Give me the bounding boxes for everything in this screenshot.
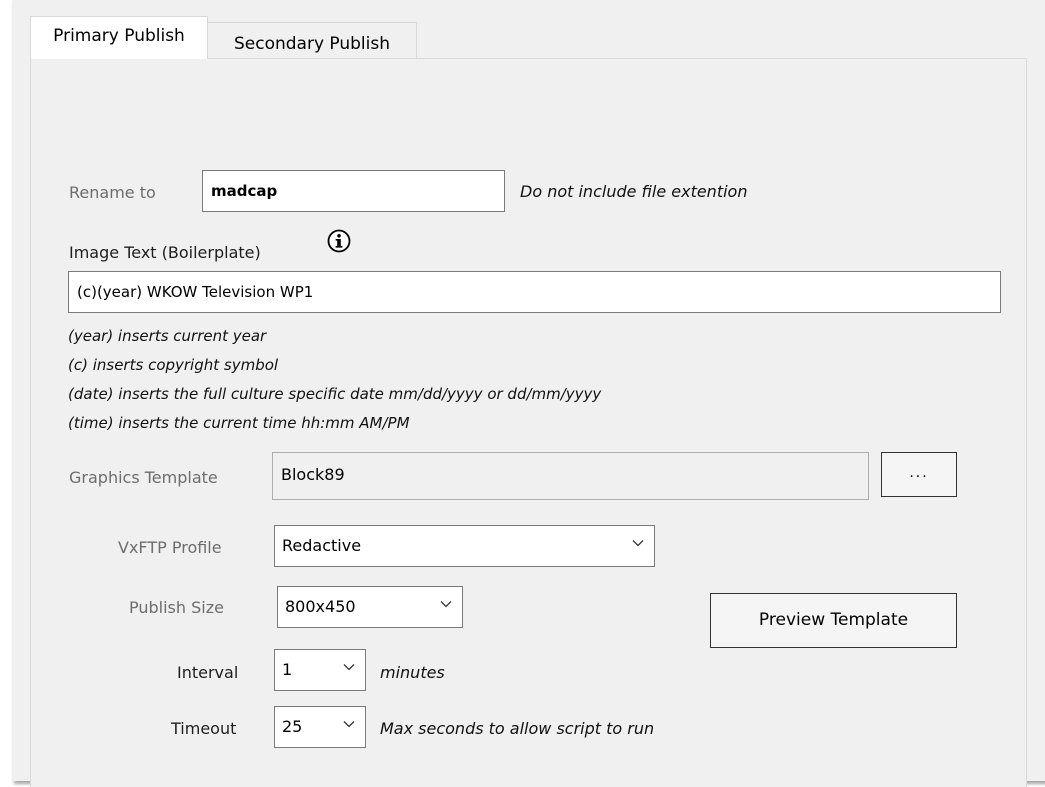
rename-hint: Do not include file extention bbox=[520, 182, 748, 201]
tab-primary-publish[interactable]: Primary Publish bbox=[30, 16, 208, 59]
vxftp-profile-value: Redactive bbox=[282, 536, 362, 555]
help-line-year: (year) inserts current year bbox=[68, 327, 267, 345]
chevron-down-icon bbox=[343, 721, 355, 728]
timeout-value: 25 bbox=[282, 717, 303, 736]
graphics-template-field: Block89 bbox=[272, 452, 869, 500]
rename-label: Rename to bbox=[69, 183, 156, 202]
interval-label: Interval bbox=[177, 663, 239, 682]
timeout-select[interactable]: 25 bbox=[274, 706, 366, 748]
publish-size-value: 800x450 bbox=[285, 597, 356, 616]
publish-size-label: Publish Size bbox=[129, 598, 224, 617]
rename-input[interactable]: madcap bbox=[202, 170, 505, 212]
image-text-label: Image Text (Boilerplate) bbox=[69, 243, 261, 262]
preview-template-button[interactable]: Preview Template bbox=[710, 593, 957, 648]
browse-template-button[interactable]: ... bbox=[881, 452, 957, 497]
help-line-time: (time) inserts the current time hh:mm AM… bbox=[68, 414, 410, 432]
timeout-hint: Max seconds to allow script to run bbox=[380, 719, 655, 738]
chevron-down-icon bbox=[440, 601, 452, 608]
interval-select[interactable]: 1 bbox=[274, 649, 366, 691]
help-line-copyright: (c) inserts copyright symbol bbox=[68, 356, 279, 374]
chevron-down-icon bbox=[632, 540, 644, 547]
interval-unit: minutes bbox=[380, 663, 445, 682]
chevron-down-icon bbox=[343, 664, 355, 671]
image-text-input[interactable]: (c)(year) WKOW Television WP1 bbox=[68, 271, 1001, 313]
tab-secondary-publish[interactable]: Secondary Publish bbox=[208, 22, 417, 58]
publish-size-select[interactable]: 800x450 bbox=[277, 586, 463, 628]
timeout-label: Timeout bbox=[171, 719, 237, 738]
graphics-template-label: Graphics Template bbox=[69, 468, 218, 487]
help-line-date: (date) inserts the full culture specific… bbox=[68, 385, 602, 403]
info-icon[interactable] bbox=[327, 229, 351, 253]
vxftp-profile-select[interactable]: Redactive bbox=[274, 525, 655, 567]
interval-value: 1 bbox=[282, 660, 293, 679]
vxftp-profile-label: VxFTP Profile bbox=[118, 538, 222, 557]
